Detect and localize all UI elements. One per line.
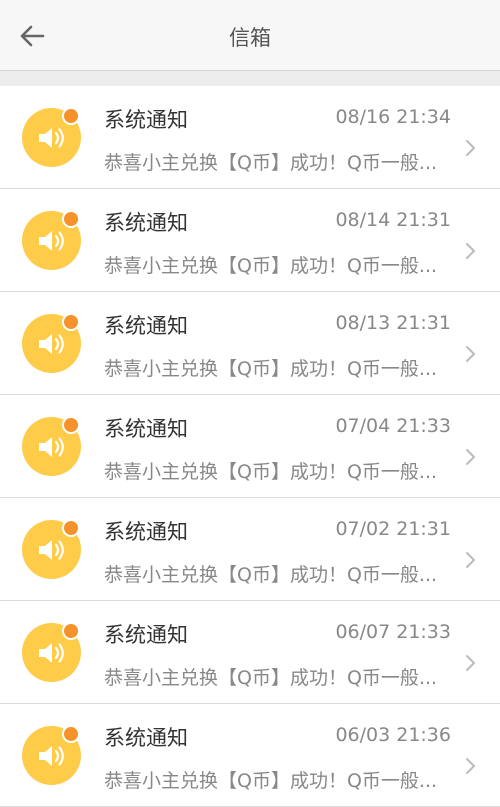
- chevron-right-icon: [466, 346, 475, 362]
- message-title: 系统通知: [104, 520, 188, 544]
- message-title: 系统通知: [104, 726, 188, 750]
- message-title: 系统通知: [104, 417, 188, 441]
- message-time: 08/16 21:34: [335, 106, 451, 128]
- message-row[interactable]: 系统通知 07/02 21:31 恭喜小主兑换【Q币】成功！Q币一般...: [0, 498, 500, 601]
- message-title: 系统通知: [104, 623, 188, 647]
- message-preview: 恭喜小主兑换【Q币】成功！Q币一般...: [104, 152, 438, 174]
- chevron-right-icon: [466, 655, 475, 671]
- chevron-right-icon: [466, 140, 475, 156]
- message-row[interactable]: 系统通知 08/13 21:31 恭喜小主兑换【Q币】成功！Q币一般...: [0, 292, 500, 395]
- message-time: 06/07 21:33: [335, 621, 451, 643]
- message-row[interactable]: 系统通知 07/04 21:33 恭喜小主兑换【Q币】成功！Q币一般...: [0, 395, 500, 498]
- message-preview: 恭喜小主兑换【Q币】成功！Q币一般...: [104, 667, 438, 689]
- unread-dot-icon: [62, 107, 80, 125]
- message-list: 系统通知 08/16 21:34 恭喜小主兑换【Q币】成功！Q币一般... 系统…: [0, 86, 500, 807]
- message-title: 系统通知: [104, 108, 188, 132]
- unread-dot-icon: [62, 313, 80, 331]
- message-preview: 恭喜小主兑换【Q币】成功！Q币一般...: [104, 461, 438, 483]
- message-time: 08/13 21:31: [335, 312, 451, 334]
- message-preview: 恭喜小主兑换【Q币】成功！Q币一般...: [104, 770, 438, 792]
- unread-dot-icon: [62, 210, 80, 228]
- message-title: 系统通知: [104, 211, 188, 235]
- message-row[interactable]: 系统通知 08/14 21:31 恭喜小主兑换【Q币】成功！Q币一般...: [0, 189, 500, 292]
- unread-dot-icon: [62, 519, 80, 537]
- message-preview: 恭喜小主兑换【Q币】成功！Q币一般...: [104, 564, 438, 586]
- top-bar: 信箱: [0, 0, 500, 71]
- message-row[interactable]: 系统通知 08/16 21:34 恭喜小主兑换【Q币】成功！Q币一般...: [0, 86, 500, 189]
- message-time: 08/14 21:31: [335, 209, 451, 231]
- message-time: 07/04 21:33: [335, 415, 451, 437]
- message-time: 06/03 21:36: [335, 724, 451, 746]
- message-time: 07/02 21:31: [335, 518, 451, 540]
- message-row[interactable]: 系统通知 06/07 21:33 恭喜小主兑换【Q币】成功！Q币一般...: [0, 601, 500, 704]
- message-preview: 恭喜小主兑换【Q币】成功！Q币一般...: [104, 255, 438, 277]
- message-title: 系统通知: [104, 314, 188, 338]
- unread-dot-icon: [62, 416, 80, 434]
- chevron-right-icon: [466, 758, 475, 774]
- chevron-right-icon: [466, 552, 475, 568]
- unread-dot-icon: [62, 725, 80, 743]
- page-title: 信箱: [229, 26, 271, 50]
- chevron-right-icon: [466, 449, 475, 465]
- chevron-right-icon: [466, 243, 475, 259]
- message-row[interactable]: 系统通知 06/03 21:36 恭喜小主兑换【Q币】成功！Q币一般...: [0, 704, 500, 807]
- unread-dot-icon: [62, 622, 80, 640]
- message-preview: 恭喜小主兑换【Q币】成功！Q币一般...: [104, 358, 438, 380]
